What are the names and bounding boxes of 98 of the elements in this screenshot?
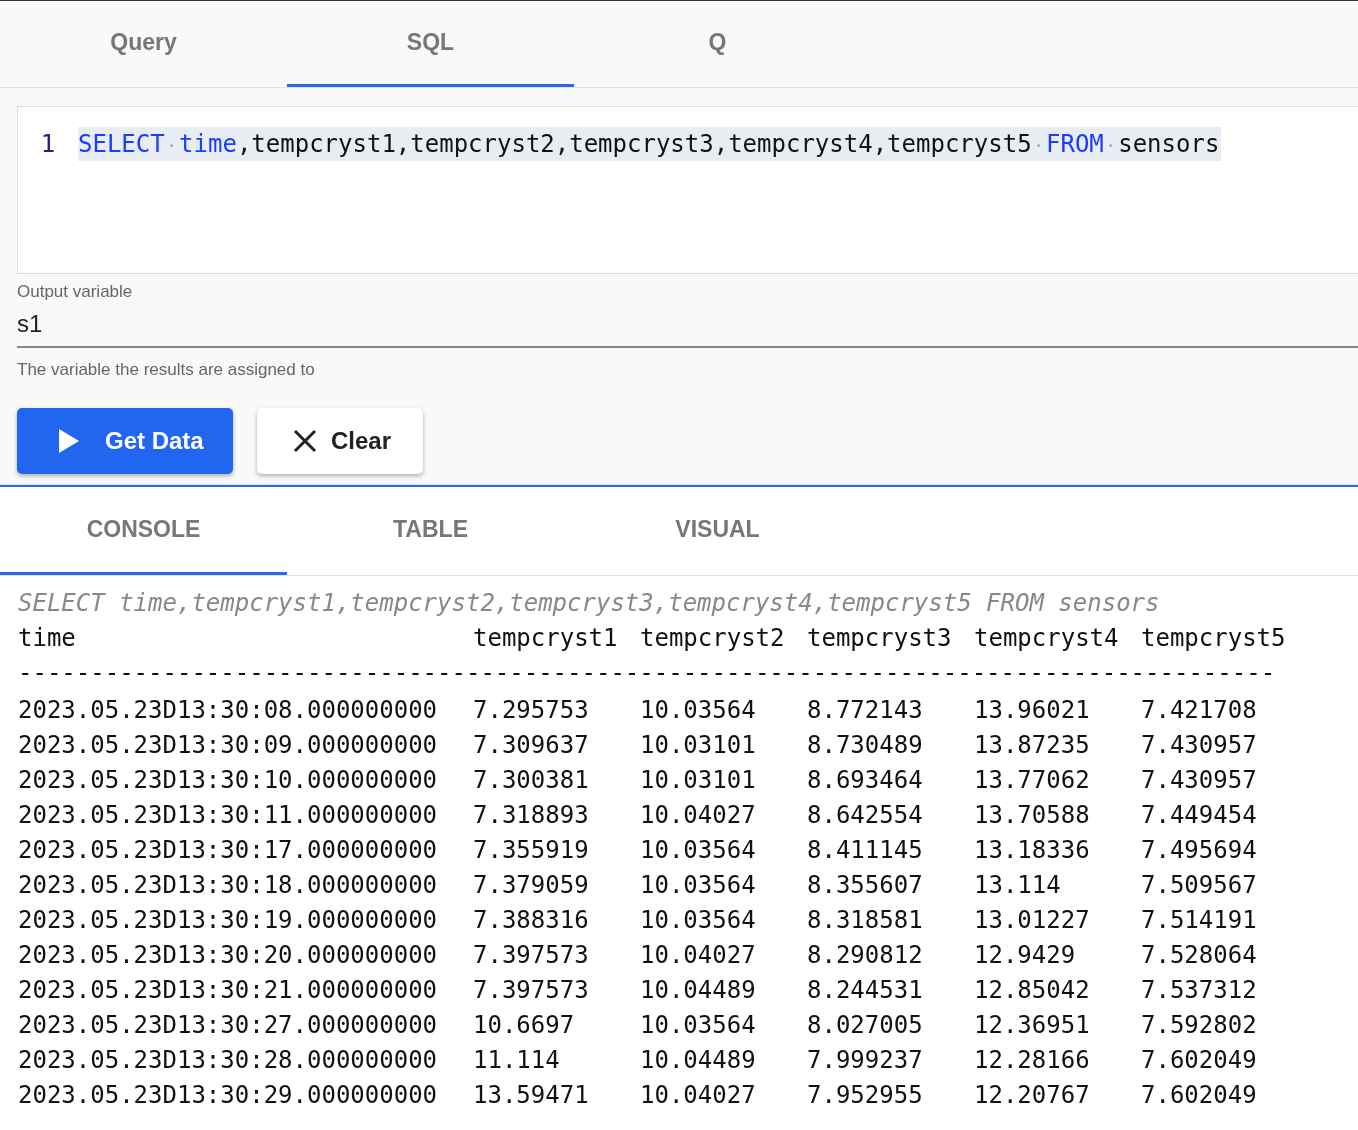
console-cell-text: 8.730489 (807, 730, 924, 761)
console-cell-text: 13.87235 (974, 730, 1091, 761)
console-cell-text: 2023.05.23D13:30:08.000000000 (18, 695, 439, 726)
console-cell-text: 8.244531 (807, 975, 924, 1006)
console-cell-text: 12.85042 (974, 975, 1091, 1006)
column-header: tempcryst3 (807, 623, 953, 654)
console-cell-text: 7.355919 (473, 835, 590, 866)
console-cell-text: 10.03101 (640, 765, 757, 796)
console-cell-text: 13.96021 (974, 695, 1091, 726)
console-query-echo: SELECT time,tempcryst1,tempcryst2,tempcryst3,tempcryst4,tempcryst5 FROM sensors (18, 588, 1161, 619)
console-cell-text: 8.290812 (807, 940, 924, 971)
console-cell-text: 7.514191 (1141, 905, 1258, 936)
space-marker-icon (1109, 143, 1113, 147)
console-cell-text: 8.027005 (807, 1010, 924, 1041)
console-cell-text: 8.642554 (807, 800, 924, 831)
console-cell-text: 11.114 (473, 1045, 561, 1076)
console-cell-text: 8.318581 (807, 905, 924, 936)
console-cell-text: 13.70588 (974, 800, 1091, 831)
console-cell-text: 7.528064 (1141, 940, 1258, 971)
console-cell-text: 13.18336 (974, 835, 1091, 866)
clear-button[interactable]: Clear (257, 408, 423, 474)
console-cell-text: 10.03564 (640, 870, 757, 901)
console-cell-text: 7.300381 (473, 765, 590, 796)
console-cell-text: 12.36951 (974, 1010, 1091, 1041)
console-cell-text: 7.449454 (1141, 800, 1258, 831)
result-tab[interactable]: CONSOLE (0, 487, 287, 575)
console-cell-text: 7.592802 (1141, 1010, 1258, 1041)
console-cell-text: 7.421708 (1141, 695, 1258, 726)
console-cell-text: 7.537312 (1141, 975, 1258, 1006)
console-cell-text: 10.03564 (640, 695, 757, 726)
column-header: tempcryst4 (974, 623, 1120, 654)
console-cell-text: 7.295753 (473, 695, 590, 726)
console-cell-text: 7.397573 (473, 940, 590, 971)
space-marker-icon (170, 143, 174, 147)
console-cell-text: 7.430957 (1141, 765, 1258, 796)
console-cell-text: 7.397573 (473, 975, 590, 1006)
column-header: tempcryst1 (473, 623, 619, 654)
query-tab[interactable]: Q (574, 1, 861, 87)
console-cell-text: 7.509567 (1141, 870, 1258, 901)
code-editor[interactable]: 1 SELECT time,tempcryst1,tempcryst2,tempcryst3,tempcryst4,tempcryst5 FROM sensors (17, 106, 1358, 274)
console-cell-text: 13.59471 (473, 1080, 590, 1111)
console-cell-text: 10.03564 (640, 835, 757, 866)
separator-line: --------------------------------------------------------------------------------------- (18, 658, 1277, 689)
console-cell-text: 2023.05.23D13:30:09.000000000 (18, 730, 439, 761)
console-cell-text: 7.602049 (1141, 1080, 1258, 1111)
console-cell-text: 2023.05.23D13:30:28.000000000 (18, 1045, 439, 1076)
get-data-button[interactable]: Get Data (17, 408, 233, 474)
console-cell-text: 10.03564 (640, 1010, 757, 1041)
console-cell-text: 8.772143 (807, 695, 924, 726)
console-cell-text: 7.495694 (1141, 835, 1258, 866)
column-header: tempcryst5 (1141, 623, 1287, 654)
console-cell-text: 12.9429 (974, 940, 1077, 971)
console-cell-text: 2023.05.23D13:30:17.000000000 (18, 835, 439, 866)
console-cell-text: 2023.05.23D13:30:10.000000000 (18, 765, 439, 796)
console-cell-text: 10.03564 (640, 905, 757, 936)
query-tab[interactable]: Query (0, 1, 287, 87)
console-cell-text: 2023.05.23D13:30:27.000000000 (18, 1010, 439, 1041)
console-cell-text: 7.999237 (807, 1045, 924, 1076)
field-value: s1 (17, 310, 44, 338)
console-cell-text: 2023.05.23D13:30:21.000000000 (18, 975, 439, 1006)
console-cell-text: 7.379059 (473, 870, 590, 901)
column-header: time (18, 623, 77, 654)
console-cell-text: 7.309637 (473, 730, 590, 761)
console-cell-text: 7.388316 (473, 905, 590, 936)
console-cell-text: 10.04489 (640, 1045, 757, 1076)
field-label: Output variable (17, 282, 134, 302)
line-number: 1 (39, 129, 57, 160)
result-tab[interactable]: VISUAL (574, 487, 861, 575)
console-cell-text: 13.77062 (974, 765, 1091, 796)
console-cell-text: 13.114 (974, 870, 1062, 901)
console-cell-text: 8.355607 (807, 870, 924, 901)
console-cell-text: 7.318893 (473, 800, 590, 831)
play-icon (59, 429, 79, 453)
console-cell-text: 10.04027 (640, 940, 757, 971)
console-cell-text: 2023.05.23D13:30:19.000000000 (18, 905, 439, 936)
console-cell-text: 12.28166 (974, 1045, 1091, 1076)
console-cell-text: 2023.05.23D13:30:29.000000000 (18, 1080, 439, 1111)
console-cell-text: 2023.05.23D13:30:20.000000000 (18, 940, 439, 971)
console-cell-text: 10.04027 (640, 800, 757, 831)
console-cell-text: 10.03101 (640, 730, 757, 761)
console-cell-text: 10.04027 (640, 1080, 757, 1111)
output-variable-field[interactable]: Output variable s1 (17, 274, 1358, 348)
console-cell-text: 2023.05.23D13:30:11.000000000 (18, 800, 439, 831)
column-header: tempcryst2 (640, 623, 786, 654)
console-cell-text: 12.20767 (974, 1080, 1091, 1111)
console-cell-text: 10.04489 (640, 975, 757, 1006)
console-cell-text: 2023.05.23D13:30:18.000000000 (18, 870, 439, 901)
console-cell-text: 7.430957 (1141, 730, 1258, 761)
space-marker-icon (1037, 143, 1041, 147)
console-cell-text: 13.01227 (974, 905, 1091, 936)
console-cell-text: 8.411145 (807, 835, 924, 866)
close-icon (293, 429, 317, 453)
helper-text: The variable the results are assigned to (17, 360, 316, 380)
console-cell-text: 8.693464 (807, 765, 924, 796)
result-tab[interactable]: TABLE (287, 487, 574, 575)
console-cell-text: 7.602049 (1141, 1045, 1258, 1076)
console-cell-text: 10.6697 (473, 1010, 576, 1041)
console-cell-text: 7.952955 (807, 1080, 924, 1111)
